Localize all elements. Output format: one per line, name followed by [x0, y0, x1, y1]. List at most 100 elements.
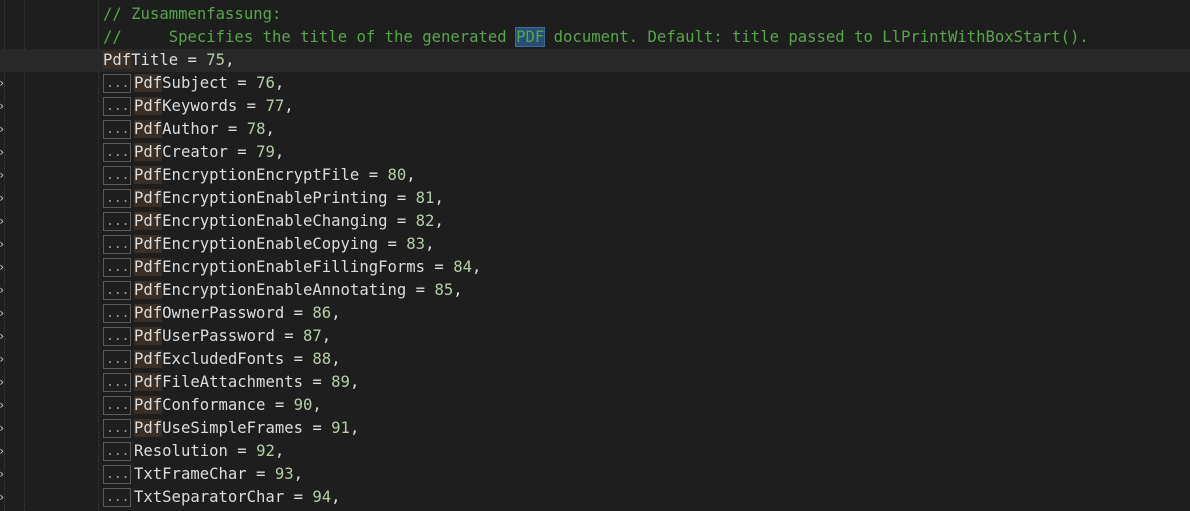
identifier-prefix: Pdf: [134, 166, 163, 184]
identifier-prefix: Pdf: [134, 327, 163, 345]
identifier-prefix: Pdf: [134, 396, 163, 414]
identifier-prefix: Pdf: [134, 304, 163, 322]
fold-chevron-icon[interactable]: ›: [0, 141, 8, 164]
collapsed-region-marker[interactable]: ...: [103, 143, 131, 162]
fold-chevron-icon[interactable]: ›: [0, 440, 8, 463]
fold-chevron-icon[interactable]: ›: [0, 371, 8, 394]
code-line-entry[interactable]: › ...PdfKeywords = 77,: [0, 95, 1190, 118]
collapsed-region-marker[interactable]: ...: [103, 166, 131, 185]
enum-entry: ... PdfAuthor = 78,: [103, 118, 275, 141]
code-line-entry[interactable]: › ...PdfFileAttachments = 89,: [0, 371, 1190, 394]
code-line-entry[interactable]: › ...TxtSeparatorChar = 94,: [0, 486, 1190, 509]
enum-entry: ... PdfUserPassword = 87,: [103, 325, 331, 348]
enum-value: 85: [434, 281, 454, 299]
code-line-current[interactable]: PdfTitle = 75,: [0, 49, 1190, 72]
code-line-entry[interactable]: › ...PdfExcludedFonts = 88,: [0, 348, 1190, 371]
fold-chevron-icon[interactable]: ›: [0, 256, 8, 279]
enum-entry: ... PdfEncryptionEnableCopying = 83,: [103, 233, 434, 256]
code-line-entry[interactable]: › ...PdfConformance = 90,: [0, 394, 1190, 417]
fold-chevron-icon[interactable]: ›: [0, 210, 8, 233]
fold-chevron-icon[interactable]: ›: [0, 325, 8, 348]
collapsed-region-marker[interactable]: ...: [103, 120, 131, 139]
code-line-entry[interactable]: › ...PdfEncryptionEncryptFile = 80,: [0, 164, 1190, 187]
collapsed-region-marker[interactable]: ...: [103, 419, 131, 438]
identifier-name: EncryptionEnableFillingForms: [162, 258, 426, 276]
enum-value: 89: [331, 373, 350, 391]
collapsed-region-marker[interactable]: ...: [103, 74, 131, 93]
collapsed-region-marker[interactable]: ...: [103, 350, 131, 369]
code-line-entry[interactable]: › ...PdfUseSimpleFrames = 91,: [0, 417, 1190, 440]
enum-entry: ... PdfSubject = 76,: [103, 72, 284, 95]
collapsed-region-marker[interactable]: ...: [103, 373, 131, 392]
identifier-name: UseSimpleFrames: [162, 419, 303, 437]
identifier-prefix: Pdf: [103, 51, 132, 69]
fold-chevron-icon[interactable]: ›: [0, 164, 8, 187]
enum-value: 92: [256, 442, 275, 460]
collapsed-region-marker[interactable]: ...: [103, 327, 131, 346]
fold-chevron-icon[interactable]: ›: [0, 95, 8, 118]
collapsed-region-marker[interactable]: ...: [103, 235, 131, 254]
enum-entry: ... Resolution = 92,: [103, 440, 284, 463]
code-line-entry[interactable]: › ...PdfSubject = 76,: [0, 72, 1190, 95]
collapsed-region-marker[interactable]: ...: [103, 281, 131, 300]
fold-chevron-icon[interactable]: ›: [0, 417, 8, 440]
fold-chevron-icon[interactable]: ›: [0, 394, 8, 417]
identifier-prefix: Pdf: [134, 258, 163, 276]
enum-entry: ... TxtFrameChar = 93,: [103, 463, 303, 486]
code-line-entry[interactable]: › ...TxtFrameChar = 93,: [0, 463, 1190, 486]
identifier-prefix: Pdf: [134, 212, 163, 230]
collapsed-region-marker[interactable]: ...: [103, 442, 131, 461]
identifier-name: Author: [162, 120, 219, 138]
identifier-name: Subject: [162, 74, 228, 92]
collapsed-region-marker[interactable]: ...: [103, 212, 131, 231]
fold-chevron-icon[interactable]: ›: [0, 187, 8, 210]
enum-value: 75: [206, 51, 226, 69]
identifier-prefix: Pdf: [134, 143, 163, 161]
code-line-entry[interactable]: › ...PdfOwnerPassword = 86,: [0, 302, 1190, 325]
fold-chevron-icon[interactable]: ›: [0, 72, 8, 95]
identifier-name: TxtFrameChar: [134, 465, 247, 483]
fold-chevron-icon[interactable]: ›: [0, 233, 8, 256]
enum-entry: ... PdfCreator = 79,: [103, 141, 284, 164]
code-line-entry[interactable]: › ...PdfUserPassword = 87,: [0, 325, 1190, 348]
identifier-name: Title: [131, 51, 179, 69]
code-line-entry[interactable]: › ...PdfEncryptionEnableFillingForms = 84…: [0, 256, 1190, 279]
fold-chevron-icon[interactable]: ›: [0, 118, 8, 141]
code-line-entry[interactable]: › ...Resolution = 92,: [0, 440, 1190, 463]
identifier-prefix: Pdf: [134, 373, 163, 391]
identifier-prefix: Pdf: [134, 120, 163, 138]
code-line-entry[interactable]: › ...PdfEncryptionEnableChanging = 82,: [0, 210, 1190, 233]
identifier-prefix: Pdf: [134, 97, 163, 115]
enum-value: 94: [312, 488, 332, 506]
code-line-comment-2[interactable]: // Specifies the title of the generated …: [0, 26, 1190, 49]
enum-value: 86: [312, 304, 332, 322]
fold-chevron-icon[interactable]: ›: [0, 302, 8, 325]
enum-value: 84: [453, 258, 472, 276]
code-line-entry[interactable]: › ...PdfEncryptionEnableAnnotating = 85,: [0, 279, 1190, 302]
collapsed-region-marker[interactable]: ...: [103, 258, 131, 277]
collapsed-region-marker[interactable]: ...: [103, 396, 131, 415]
identifier-name: EncryptionEncryptFile: [162, 166, 360, 184]
collapsed-region-marker[interactable]: ...: [103, 304, 131, 323]
fold-chevron-icon[interactable]: ›: [0, 463, 8, 486]
code-editor[interactable]: // Zusammenfassung: // Specifies the tit…: [0, 0, 1190, 511]
code-line-entry[interactable]: › ...PdfEncryptionEnablePrinting = 81,: [0, 187, 1190, 210]
enum-entry: ... PdfUseSimpleFrames = 91,: [103, 417, 359, 440]
identifier-prefix: Pdf: [134, 74, 163, 92]
code-line-entry[interactable]: › ...PdfCreator = 79,: [0, 141, 1190, 164]
fold-chevron-icon[interactable]: ›: [0, 486, 8, 509]
fold-chevron-icon[interactable]: ›: [0, 348, 8, 371]
identifier-name: Keywords: [162, 97, 238, 115]
identifier-name: EncryptionEnablePrinting: [162, 189, 388, 207]
summary-comment: // Zusammenfassung:: [103, 5, 282, 23]
collapsed-region-marker[interactable]: ...: [103, 465, 131, 484]
collapsed-region-marker[interactable]: ...: [103, 189, 131, 208]
code-line-comment-1[interactable]: // Zusammenfassung:: [0, 3, 1190, 26]
collapsed-region-marker[interactable]: ...: [103, 97, 131, 116]
enum-entry: ... PdfKeywords = 77,: [103, 95, 294, 118]
code-line-entry[interactable]: › ...PdfAuthor = 78,: [0, 118, 1190, 141]
fold-chevron-icon[interactable]: ›: [0, 279, 8, 302]
enum-entry: ... PdfExcludedFonts = 88,: [103, 348, 341, 371]
collapsed-region-marker[interactable]: ...: [103, 488, 131, 507]
code-line-entry[interactable]: › ...PdfEncryptionEnableCopying = 83,: [0, 233, 1190, 256]
